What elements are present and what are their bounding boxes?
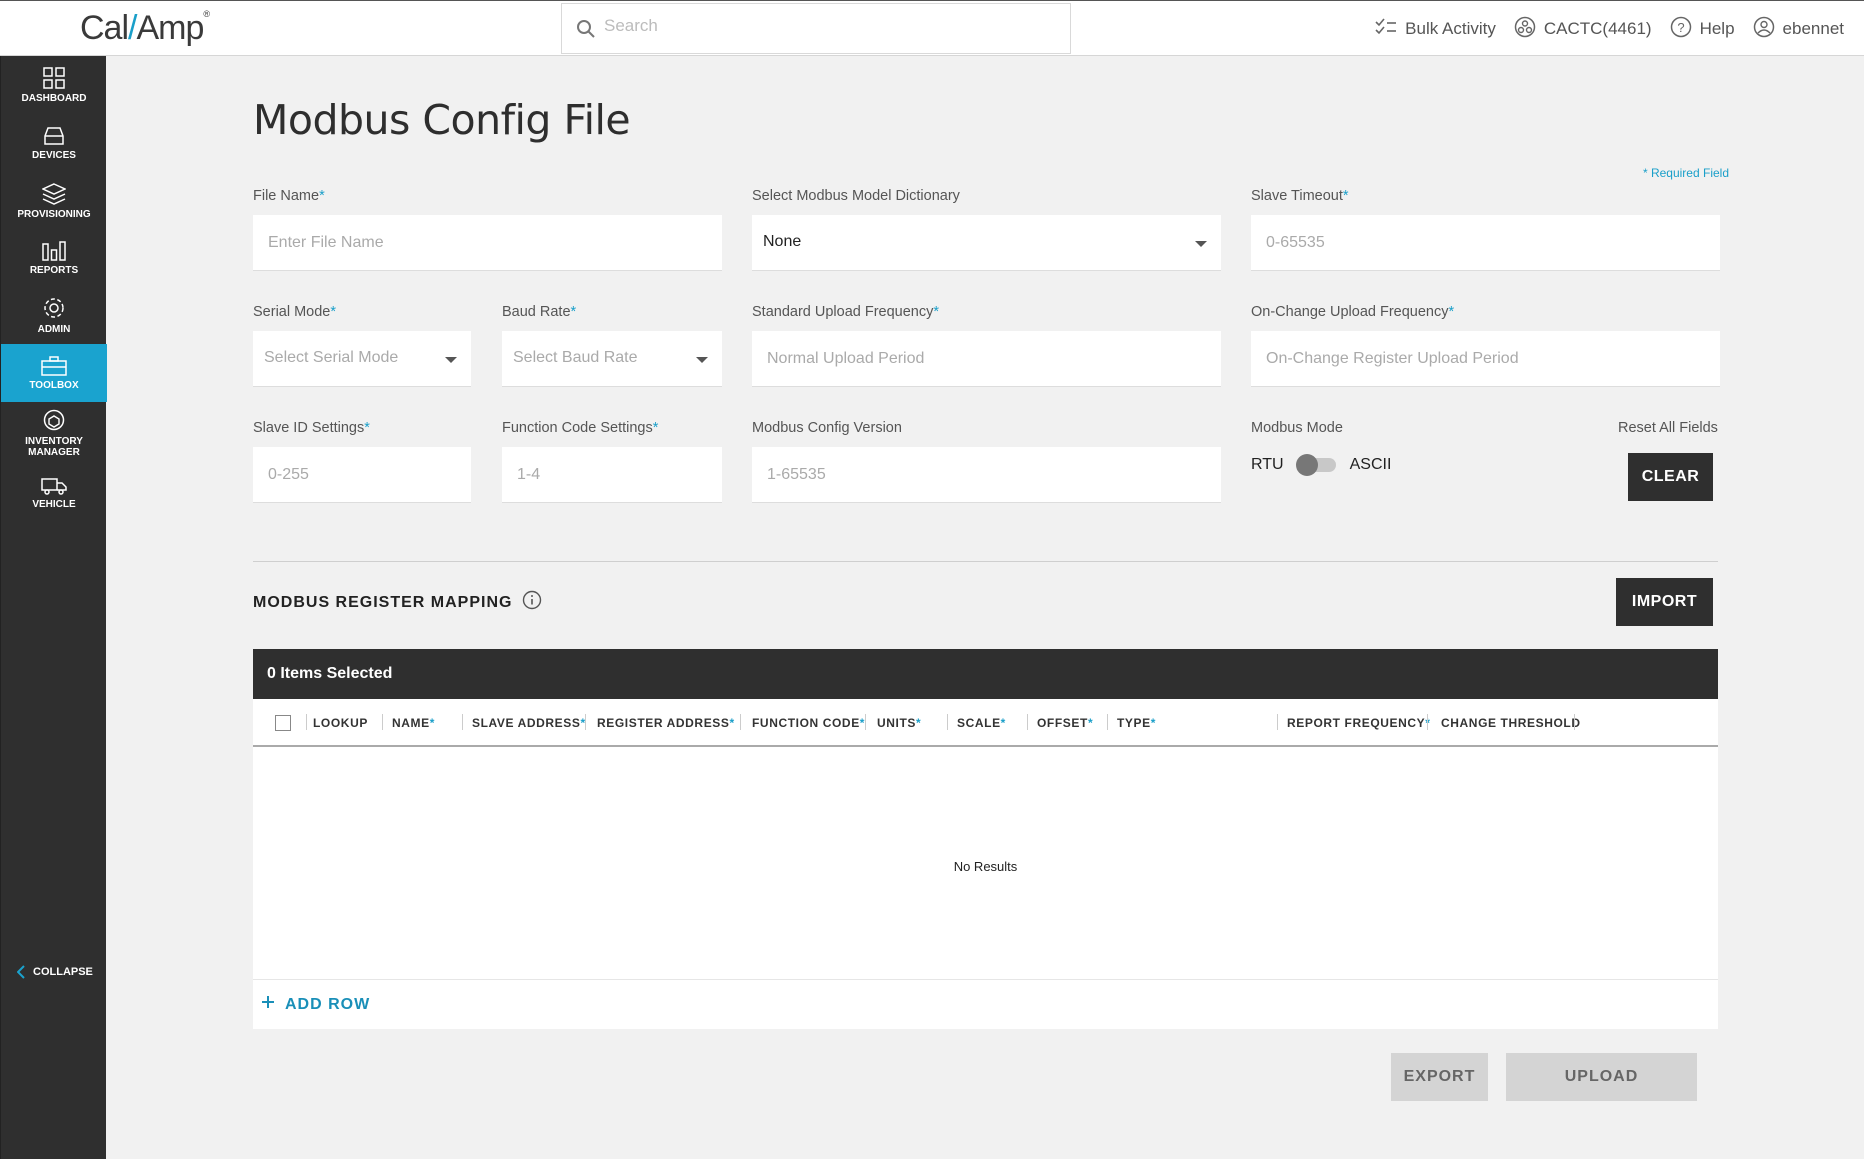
col-function-code[interactable]: FUNCTION CODE*: [752, 716, 865, 730]
col-slave-address[interactable]: SLAVE ADDRESS*: [472, 716, 586, 730]
register-mapping-table: 0 Items Selected LOOKUP NAME* SLAVE ADDR…: [253, 649, 1718, 1029]
section-divider: [253, 561, 1718, 562]
function-code-input[interactable]: [502, 447, 722, 502]
col-report-frequency[interactable]: REPORT FREQUENCY*: [1287, 716, 1431, 730]
search-icon: [576, 19, 596, 44]
search-input[interactable]: [604, 16, 1044, 36]
modbus-mode-label: Modbus Mode: [1251, 420, 1343, 436]
slave-timeout-field[interactable]: [1251, 215, 1720, 271]
calamp-logo[interactable]: Cal/Amp®: [80, 9, 210, 48]
sidebar-item-inventory-manager[interactable]: INVENTORY MANAGER: [1, 402, 107, 464]
file-name-input[interactable]: [253, 215, 722, 270]
top-bar: Cal/Amp® Bulk Activity CACTC(4461) ? Hel…: [0, 0, 1864, 56]
config-version-label: Modbus Config Version: [752, 420, 902, 436]
selection-bar: 0 Items Selected: [253, 649, 1718, 699]
mapping-title: MODBUS REGISTER MAPPING: [253, 590, 542, 615]
slave-id-label: Slave ID Settings*: [253, 420, 370, 436]
truck-icon: [41, 477, 67, 495]
col-lookup[interactable]: LOOKUP: [313, 716, 368, 730]
account-icon: [1514, 16, 1536, 43]
reports-icon: [42, 240, 66, 261]
sidebar-item-toolbox[interactable]: TOOLBOX: [1, 344, 107, 402]
slave-timeout-input[interactable]: [1251, 215, 1720, 270]
top-nav: Bulk Activity CACTC(4461) ? Help ebennet: [1375, 1, 1844, 57]
search-box[interactable]: [561, 3, 1071, 54]
serial-mode-select[interactable]: Select Serial Mode: [253, 331, 471, 387]
inventory-icon: [43, 409, 65, 431]
gear-icon: [44, 297, 64, 318]
config-version-field[interactable]: [752, 447, 1221, 503]
checklist-icon: [1375, 17, 1397, 41]
col-register-address[interactable]: REGISTER ADDRESS*: [597, 716, 735, 730]
col-offset[interactable]: OFFSET*: [1037, 716, 1093, 730]
reset-all-fields-label: Reset All Fields: [1618, 420, 1718, 436]
clear-button[interactable]: CLEAR: [1628, 453, 1713, 501]
required-field-note: * Required Field: [1642, 166, 1729, 180]
svg-text:?: ?: [1677, 20, 1684, 35]
standard-upload-input[interactable]: [752, 331, 1221, 386]
main-content: Modbus Config File * Required Field File…: [106, 56, 1864, 1159]
caret-down-icon: [696, 357, 708, 363]
sidebar-item-vehicle[interactable]: VEHICLE: [1, 464, 107, 522]
chevron-left-icon: [17, 965, 25, 979]
select-all-checkbox[interactable]: [275, 715, 291, 731]
sidebar-item-dashboard[interactable]: DASHBOARD: [1, 56, 107, 114]
add-row-button[interactable]: ADD ROW: [253, 979, 1718, 1029]
onchange-upload-label: On-Change Upload Frequency*: [1251, 304, 1455, 320]
export-button[interactable]: EXPORT: [1391, 1053, 1488, 1101]
bulk-activity-link[interactable]: Bulk Activity: [1375, 17, 1496, 41]
layers-icon: [42, 182, 66, 205]
onchange-upload-input[interactable]: [1251, 331, 1720, 386]
col-change-threshold[interactable]: CHANGE THRESHOLD: [1441, 716, 1581, 730]
empty-state: No Results: [953, 859, 1018, 874]
slave-timeout-label: Slave Timeout*: [1251, 188, 1349, 204]
slave-id-field[interactable]: [253, 447, 471, 503]
dashboard-icon: [43, 66, 65, 89]
standard-upload-label: Standard Upload Frequency*: [752, 304, 940, 320]
sidebar-item-provisioning[interactable]: PROVISIONING: [1, 172, 107, 230]
sidebar: DASHBOARD DEVICES PROVISIONING REPORTS A…: [0, 56, 107, 1159]
info-icon[interactable]: [522, 590, 542, 615]
account-switcher[interactable]: CACTC(4461): [1514, 16, 1652, 43]
page-title: Modbus Config File: [253, 96, 631, 144]
user-icon: [1753, 16, 1775, 43]
baud-rate-label: Baud Rate*: [502, 304, 577, 320]
devices-icon: [44, 126, 64, 145]
modbus-mode-switch: RTU ASCII: [1251, 454, 1391, 476]
sidebar-item-devices[interactable]: DEVICES: [1, 114, 107, 172]
sidebar-item-reports[interactable]: REPORTS: [1, 230, 107, 286]
import-button[interactable]: IMPORT: [1616, 578, 1713, 626]
upload-button[interactable]: UPLOAD: [1506, 1053, 1697, 1101]
caret-down-icon: [445, 357, 457, 363]
collapse-sidebar-button[interactable]: COLLAPSE: [17, 965, 93, 979]
modbus-mode-toggle[interactable]: [1295, 454, 1336, 476]
standard-upload-field[interactable]: [752, 331, 1221, 387]
col-units[interactable]: UNITS*: [877, 716, 921, 730]
col-scale[interactable]: SCALE*: [957, 716, 1006, 730]
col-type[interactable]: TYPE*: [1117, 716, 1156, 730]
help-link[interactable]: ? Help: [1670, 16, 1735, 43]
help-icon: ?: [1670, 16, 1692, 43]
function-code-field[interactable]: [502, 447, 722, 503]
onchange-upload-field[interactable]: [1251, 331, 1720, 387]
sidebar-item-admin[interactable]: ADMIN: [1, 286, 107, 344]
config-version-input[interactable]: [752, 447, 1221, 502]
model-dictionary-label: Select Modbus Model Dictionary: [752, 188, 960, 204]
model-dictionary-select[interactable]: None: [752, 215, 1221, 271]
serial-mode-label: Serial Mode*: [253, 304, 337, 320]
plus-icon: [261, 995, 275, 1014]
slave-id-input[interactable]: [253, 447, 471, 502]
function-code-label: Function Code Settings*: [502, 420, 659, 436]
col-name[interactable]: NAME*: [392, 716, 435, 730]
toolbox-icon: [41, 355, 67, 376]
caret-down-icon: [1195, 241, 1207, 247]
baud-rate-select[interactable]: Select Baud Rate: [502, 331, 722, 387]
table-header: LOOKUP NAME* SLAVE ADDRESS* REGISTER ADD…: [253, 699, 1718, 747]
user-menu[interactable]: ebennet: [1753, 16, 1844, 43]
file-name-field[interactable]: [253, 215, 722, 271]
file-name-label: File Name*: [253, 188, 325, 204]
